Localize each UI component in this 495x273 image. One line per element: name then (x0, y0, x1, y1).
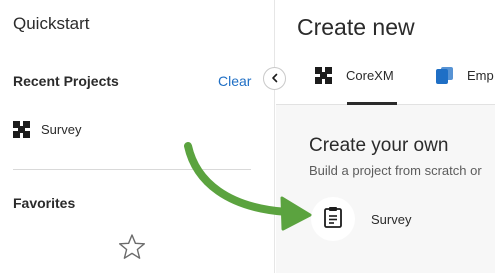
survey-icon-circle (311, 197, 355, 241)
create-new-header: Create new CoreXM Emp (276, 0, 495, 105)
tab-corexm-label: CoreXM (346, 67, 394, 83)
quickstart-panel: Quickstart Recent Projects Clear Survey … (0, 0, 495, 273)
create-survey-option[interactable]: Survey (311, 196, 411, 242)
star-outline-icon (118, 233, 146, 261)
tab-employee-xm-label: Emp (467, 67, 494, 83)
create-your-own-subtitle: Build a project from scratch or (309, 163, 482, 178)
tab-employee-xm[interactable]: Emp (436, 64, 494, 86)
recent-project-item[interactable]: Survey (13, 119, 81, 139)
create-new-title: Create new (297, 14, 415, 40)
recent-project-label: Survey (41, 121, 82, 137)
tab-corexm[interactable]: CoreXM (315, 64, 394, 86)
recent-projects-heading: Recent Projects (13, 73, 119, 89)
corexm-icon (13, 120, 30, 138)
create-survey-label: Survey (371, 211, 412, 227)
selected-tab-indicator (347, 102, 397, 105)
corexm-icon (315, 66, 332, 84)
sidebar-divider (13, 169, 251, 170)
chevron-left-icon (270, 70, 280, 88)
clipboard-icon (323, 206, 343, 233)
employee-xm-icon (436, 66, 453, 84)
favorites-heading: Favorites (13, 195, 76, 211)
sidebar-title: Quickstart (13, 14, 90, 33)
quickstart-sidebar: Quickstart Recent Projects Clear Survey … (0, 0, 275, 273)
clear-recent-button[interactable]: Clear (218, 73, 251, 89)
collapse-sidebar-button[interactable] (263, 67, 286, 90)
create-your-own-title: Create your own (309, 135, 449, 156)
create-new-panel: Create new CoreXM Emp Create your own Bu… (276, 0, 495, 273)
